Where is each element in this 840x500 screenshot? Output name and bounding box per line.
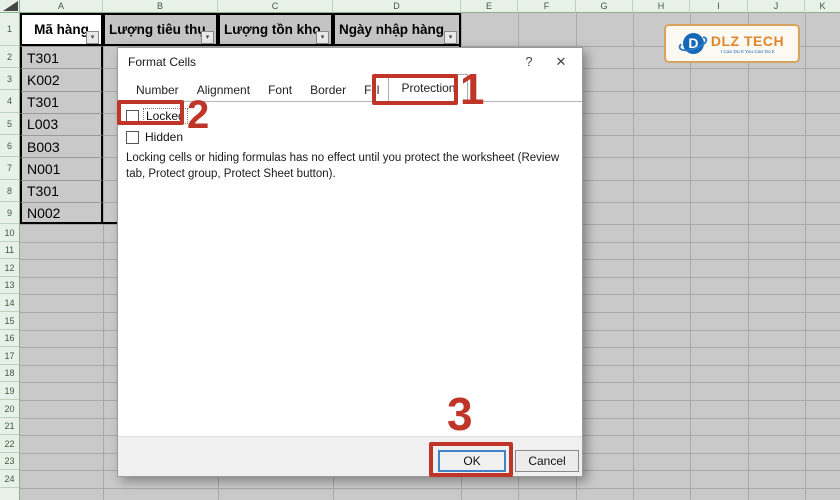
step2-number: 2: [187, 93, 210, 137]
row-header[interactable]: 24: [0, 470, 19, 488]
filter-dropdown-icon[interactable]: ▾: [444, 31, 457, 44]
cell-a3[interactable]: K002: [20, 68, 103, 91]
row-header[interactable]: 8: [0, 180, 19, 202]
filter-dropdown-icon[interactable]: ▾: [201, 31, 214, 44]
filter-dropdown-icon[interactable]: ▾: [316, 31, 329, 44]
select-all-triangle-icon: [3, 1, 18, 11]
dialog-title: Format Cells: [128, 55, 197, 69]
logo-brand-text: DLZ TECH: [710, 32, 785, 49]
hidden-checkbox-label[interactable]: Hidden: [143, 130, 185, 144]
cancel-button[interactable]: Cancel: [515, 450, 579, 472]
protection-description: Locking cells or hiding formulas has no …: [126, 152, 560, 181]
column-header-f[interactable]: F: [518, 0, 576, 13]
column-header-j[interactable]: J: [748, 0, 805, 13]
hidden-checkbox[interactable]: [126, 130, 139, 144]
row-header[interactable]: 6: [0, 135, 19, 157]
step1-highlight-box: [372, 74, 458, 105]
cell-a9[interactable]: N002: [20, 201, 103, 224]
cell-d1-header[interactable]: Ngày nhập hàng: [333, 13, 461, 46]
step1-number: 1: [460, 65, 485, 114]
row-header[interactable]: 2: [0, 46, 19, 68]
row-header[interactable]: 18: [0, 365, 19, 382]
column-header-strip: A B C D E F G H I J K: [0, 0, 840, 13]
row-header-strip: 1 2 3 4 5 6 7 8 9 10 11 12 13 14 15 16 1…: [0, 13, 20, 500]
row-header[interactable]: 19: [0, 382, 19, 400]
row-header[interactable]: 15: [0, 312, 19, 330]
tab-number[interactable]: Number: [127, 79, 188, 102]
step3-highlight-box: [429, 442, 513, 477]
row-header[interactable]: 9: [0, 202, 19, 224]
row-header[interactable]: 13: [0, 277, 19, 294]
help-icon[interactable]: ?: [520, 53, 538, 71]
row-header[interactable]: 3: [0, 68, 19, 90]
row-header[interactable]: 21: [0, 418, 19, 435]
row-header[interactable]: 23: [0, 453, 19, 470]
filter-dropdown-icon[interactable]: ▾: [86, 31, 99, 44]
column-header-d[interactable]: D: [333, 0, 461, 13]
row-header[interactable]: 16: [0, 330, 19, 347]
row-header[interactable]: 5: [0, 113, 19, 135]
cell-a2[interactable]: T301: [20, 46, 103, 69]
step2-highlight-box: [117, 100, 184, 125]
step3-number: 3: [447, 388, 473, 440]
logo-tagline: I Can Do It You Can Do It: [720, 49, 775, 54]
row-header[interactable]: 11: [0, 242, 19, 259]
row-header[interactable]: 20: [0, 400, 19, 418]
tab-font[interactable]: Font: [259, 79, 301, 102]
dlz-logo-icon: D: [676, 31, 710, 57]
row-header[interactable]: 14: [0, 294, 19, 312]
tab-border[interactable]: Border: [301, 79, 355, 102]
column-header-h[interactable]: H: [633, 0, 690, 13]
row-header[interactable]: 4: [0, 90, 19, 113]
dlz-tech-logo: D DLZ TECH I Can Do It You Can Do It: [664, 24, 800, 63]
row-header[interactable]: 12: [0, 259, 19, 277]
column-header-g[interactable]: G: [576, 0, 633, 13]
cell-a5[interactable]: L003: [20, 112, 103, 135]
select-all-corner[interactable]: [0, 0, 20, 13]
row-header[interactable]: 17: [0, 347, 19, 365]
cell-a7[interactable]: N001: [20, 157, 103, 180]
column-header-k[interactable]: K: [805, 0, 840, 13]
close-icon[interactable]: ✕: [552, 53, 570, 71]
column-header-b[interactable]: B: [103, 0, 218, 13]
row-header[interactable]: 1: [0, 13, 19, 46]
row-header[interactable]: 7: [0, 157, 19, 180]
column-header-i[interactable]: I: [690, 0, 748, 13]
row-header[interactable]: 22: [0, 435, 19, 453]
column-header-e[interactable]: E: [461, 0, 518, 13]
cell-a4[interactable]: T301: [20, 90, 103, 113]
dialog-titlebar[interactable]: Format Cells ? ✕: [118, 48, 582, 76]
row-header[interactable]: 10: [0, 224, 19, 242]
cell-a6[interactable]: B003: [20, 135, 103, 158]
column-header-c[interactable]: C: [218, 0, 333, 13]
column-header-a[interactable]: A: [20, 0, 103, 13]
cell-a8[interactable]: T301: [20, 179, 103, 202]
